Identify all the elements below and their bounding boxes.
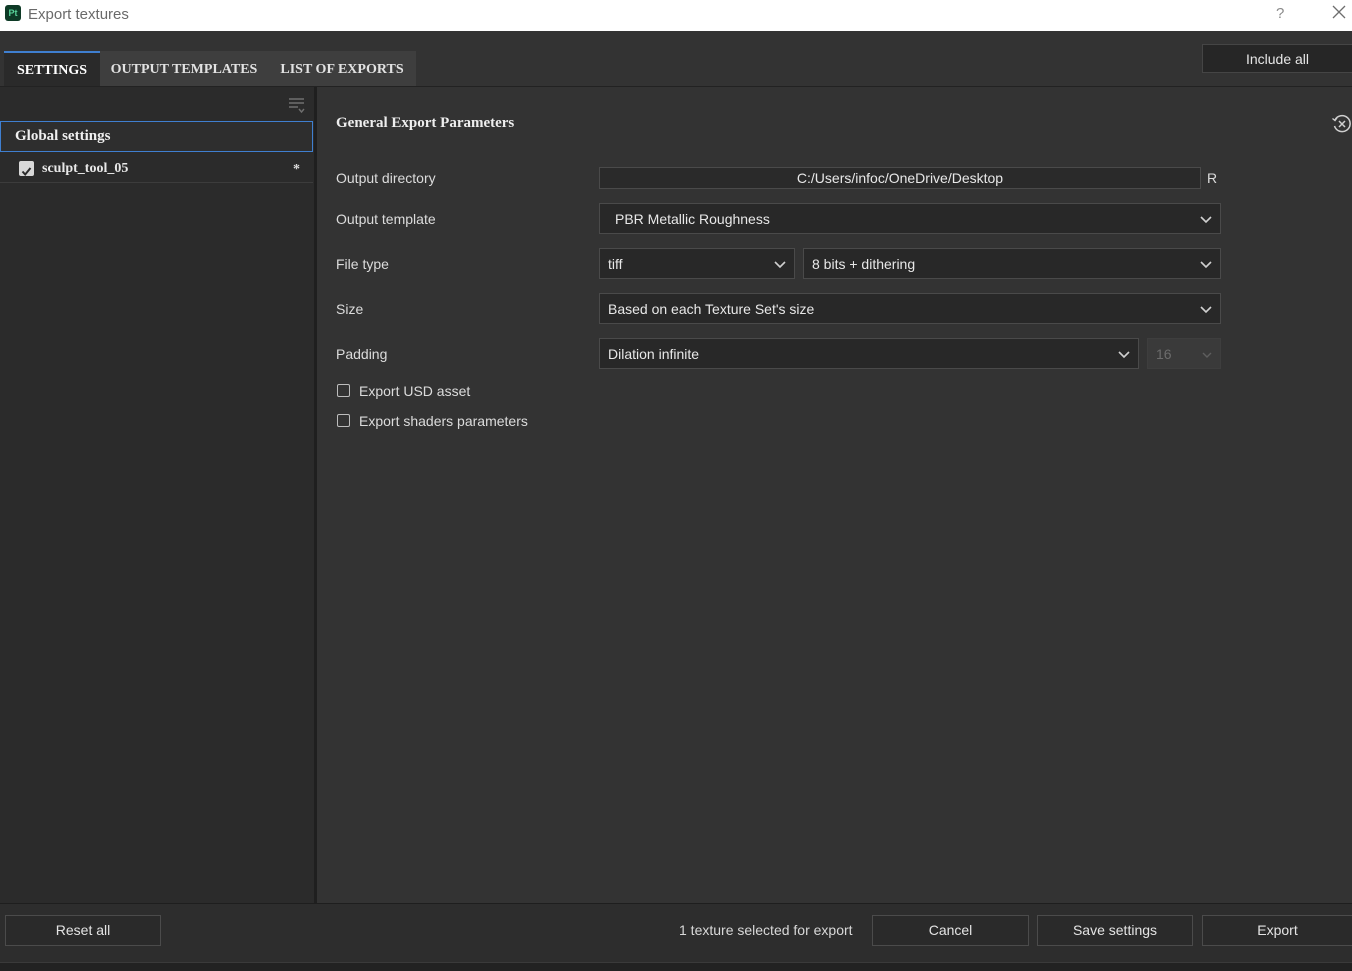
export-button[interactable]: Export xyxy=(1202,915,1352,946)
tab-output-templates[interactable]: OUTPUT TEMPLATES xyxy=(100,51,268,87)
texture-set-name: sculpt_tool_05 xyxy=(42,161,129,176)
tab-settings[interactable]: SETTINGS xyxy=(4,51,100,87)
output-directory-label: Output directory xyxy=(336,170,436,186)
output-template-dropdown[interactable]: PBR Metallic Roughness xyxy=(599,203,1221,234)
file-format-dropdown[interactable]: tiff xyxy=(599,248,795,279)
file-type-label: File type xyxy=(336,256,389,272)
app-logo-icon: Pt xyxy=(5,5,21,21)
help-button[interactable]: ? xyxy=(1276,5,1284,22)
output-template-label: Output template xyxy=(336,211,436,227)
chevron-down-icon xyxy=(774,256,786,272)
close-icon[interactable] xyxy=(1331,4,1347,24)
reset-settings-icon[interactable] xyxy=(1331,113,1352,140)
texture-set-sidebar xyxy=(0,87,314,903)
file-format-value: tiff xyxy=(608,255,623,272)
output-directory-field[interactable]: C:/Users/infoc/OneDrive/Desktop xyxy=(599,167,1201,189)
chevron-down-icon xyxy=(1200,211,1212,227)
window-title: Export textures xyxy=(28,6,129,23)
padding-dropdown[interactable]: Dilation infinite xyxy=(599,338,1139,369)
texture-set-row[interactable]: sculpt_tool_05 * xyxy=(0,154,313,183)
filter-list-icon[interactable] xyxy=(288,96,306,119)
window-titlebar: Pt Export textures ? xyxy=(0,0,1352,31)
chevron-down-icon xyxy=(1118,346,1130,362)
chevron-down-icon xyxy=(1202,346,1212,362)
texture-set-checkbox[interactable] xyxy=(19,161,34,177)
padding-label: Padding xyxy=(336,346,388,362)
export-shaders-label[interactable]: Export shaders parameters xyxy=(359,413,528,429)
export-status-text: 1 texture selected for export xyxy=(679,922,853,938)
bit-depth-value: 8 bits + dithering xyxy=(812,255,916,272)
section-title: General Export Parameters xyxy=(336,115,515,131)
cancel-button[interactable]: Cancel xyxy=(872,915,1029,946)
export-usd-checkbox[interactable] xyxy=(337,384,350,397)
modified-marker: * xyxy=(293,162,300,177)
include-all-button[interactable]: Include all xyxy=(1202,44,1352,73)
panel-splitter[interactable] xyxy=(314,87,317,903)
size-label: Size xyxy=(336,301,364,317)
output-template-value: PBR Metallic Roughness xyxy=(615,210,770,227)
bit-depth-dropdown[interactable]: 8 bits + dithering xyxy=(803,248,1221,279)
output-directory-value: C:/Users/infoc/OneDrive/Desktop xyxy=(796,170,1004,186)
reset-all-button[interactable]: Reset all xyxy=(5,915,161,946)
chevron-down-icon xyxy=(1200,301,1212,317)
browse-directory-button[interactable]: R xyxy=(1207,170,1217,186)
global-settings-item[interactable]: Global settings xyxy=(0,121,313,152)
padding-value: Dilation infinite xyxy=(608,345,700,362)
dilation-distance-dropdown: 16 xyxy=(1147,338,1221,369)
size-value: Based on each Texture Set's size xyxy=(608,300,815,317)
dilation-distance-value: 16 xyxy=(1156,345,1172,362)
tab-bar: SETTINGS OUTPUT TEMPLATES LIST OF EXPORT… xyxy=(4,51,416,87)
tab-list-of-exports[interactable]: LIST OF EXPORTS xyxy=(268,51,416,87)
export-shaders-checkbox[interactable] xyxy=(337,414,350,427)
export-usd-label[interactable]: Export USD asset xyxy=(359,383,470,399)
chevron-down-icon xyxy=(1200,256,1212,272)
save-settings-button[interactable]: Save settings xyxy=(1037,915,1193,946)
size-dropdown[interactable]: Based on each Texture Set's size xyxy=(599,293,1221,324)
